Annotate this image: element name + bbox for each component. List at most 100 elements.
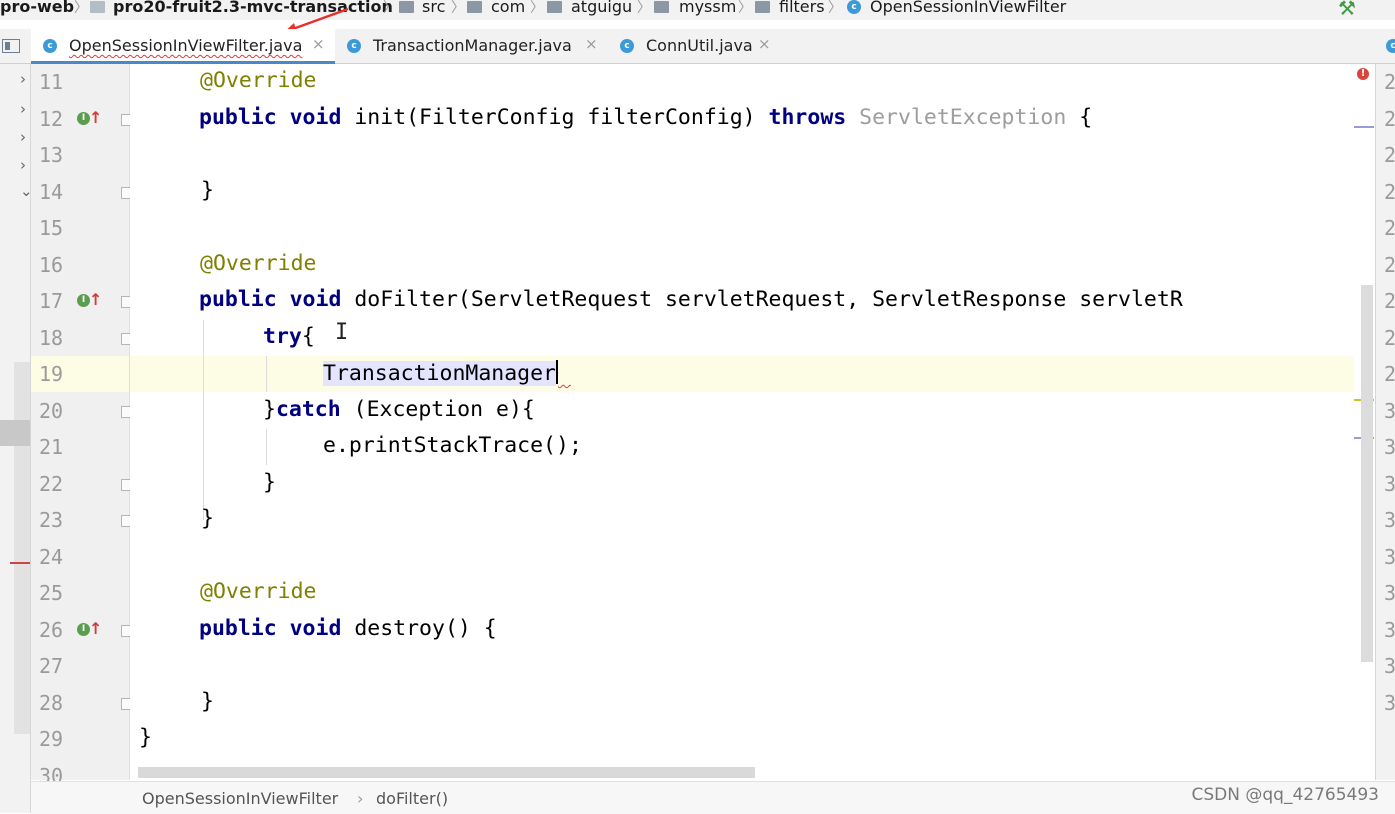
arrow-up-icon[interactable]: ↑ [89,619,102,638]
tab-label: TransactionManager.java [373,36,572,55]
editor-breadcrumb-bar: OpenSessionInViewFilter › doFilter() CSD… [31,781,1395,814]
folder-icon [399,1,414,13]
project-scroll-track[interactable] [14,362,30,734]
chevron-right-icon[interactable]: › [20,128,26,146]
line-number: 26 [39,617,64,642]
line-number: 3 [1384,618,1395,642]
gutter-row: 13 [31,137,129,173]
code-line-18[interactable]: try{ [130,320,1373,356]
gutter-row: 29 [31,721,129,757]
class-icon: c [847,0,861,14]
code-editor[interactable]: @Override public void init(FilterConfig … [130,64,1373,780]
structure-panel-icon[interactable] [2,39,20,53]
line-number: 17 [39,289,64,313]
code-line-19[interactable]: TransactionManager​ [130,356,1373,392]
class-icon: c [620,39,634,53]
breadcrumb-item-src[interactable]: src [422,0,445,16]
code-line-12[interactable]: public void init(FilterConfig filterConf… [130,101,1373,137]
tab-label: OpenSessionInViewFilter.java [69,36,303,55]
package-icon [547,1,562,13]
editor-tab-bar: c OpenSessionInViewFilter.java × c Trans… [0,29,1395,64]
breadcrumb-item-myssm[interactable]: myssm [679,0,736,16]
code-token: { [301,323,315,349]
tab-label: ConnUtil.java [646,36,753,55]
build-hammer-icon[interactable]: ⚒ [1338,0,1356,20]
chevron-right-icon: 〉 [637,0,651,16]
error-squiggle: ​ [558,361,571,386]
breadcrumb-item-project[interactable]: pro-web [0,0,74,16]
line-number: 3 [1384,545,1395,569]
code-line-23[interactable]: } [130,502,1373,538]
line-number: 2 [1384,216,1395,240]
gutter-row: 15 [31,210,129,246]
line-number: 16 [39,252,64,277]
code-line-16[interactable]: @Override [130,247,1373,283]
code-text: TransactionManager​ [323,360,571,386]
annotation: @Override [200,68,317,93]
line-number: 2 [1384,289,1395,313]
annotation: @Override [200,579,317,604]
keyword: catch [275,396,341,422]
code-token: destroy() { [341,615,497,641]
line-number: 3 [1384,435,1395,459]
gutter-row: 27 [31,648,129,684]
package-icon [654,1,669,13]
breadcrumb-method[interactable]: doFilter() [376,789,448,808]
code-text: public void init(FilterConfig filterConf… [199,105,1092,130]
editor-gutter: 11 12 I ↑ 13 14 15 16 17 I ↑ 18 19 20 21… [31,64,132,788]
gutter-row: 22 [31,466,132,502]
error-icon[interactable]: ! [1357,68,1369,80]
arrow-up-icon[interactable]: ↑ [89,108,102,127]
chevron-right-icon[interactable]: › [20,70,26,88]
code-line-28[interactable]: } [130,685,1373,721]
line-number: 24 [39,544,64,569]
code-line-22[interactable]: } [130,466,1373,502]
gutter-row: 25 [31,575,129,611]
close-icon[interactable]: × [312,35,325,53]
code-line-26[interactable]: public void destroy() { [130,612,1373,648]
line-number: 12 [39,106,64,131]
breadcrumb-item-filters[interactable]: filters [779,0,825,16]
breadcrumb-item-com[interactable]: com [491,0,525,16]
code-text: try{ [263,324,315,349]
marker[interactable] [1354,126,1374,128]
tab-opensessioninviewfilter[interactable]: c OpenSessionInViewFilter.java × [31,29,335,64]
keyword: throws [768,104,847,130]
line-number: 2 [1384,180,1395,204]
code-line-21[interactable]: e.printStackTrace(); [130,429,1373,465]
code-line-29[interactable]: } [130,721,1373,757]
breadcrumb-class[interactable]: OpenSessionInViewFilter [142,789,338,808]
gutter-row: 28 [31,685,132,721]
code-line-17[interactable]: public void doFilter(ServletRequest serv… [130,283,1373,319]
code-line-20[interactable]: }catch (Exception e){ [130,393,1373,429]
code-token-unused: ServletException [846,104,1067,130]
chevron-right-icon: 〉 [828,0,842,16]
code-text: } [201,688,214,714]
code-line-11[interactable]: @Override [130,64,1373,100]
close-icon[interactable]: × [758,35,771,53]
mouse-ibeam-cursor-icon: I [335,320,349,345]
gutter-row: 20 [31,393,132,429]
vertical-scrollbar-thumb[interactable] [1361,285,1373,662]
code-token: } [263,396,276,422]
code-text: }catch (Exception e){ [263,397,535,422]
breadcrumb-item-atguigu[interactable]: atguigu [571,0,632,16]
breadcrumb-item-class[interactable]: OpenSessionInViewFilter [870,0,1066,16]
line-number: 20 [39,398,64,423]
tab-transactionmanager[interactable]: c TransactionManager.java × [335,29,605,63]
chevron-right-icon: 〉 [530,0,544,16]
code-line-25[interactable]: @Override [130,575,1373,611]
code-text: } [139,725,152,750]
line-number: 18 [39,325,64,350]
gutter-row: 16 [31,247,129,283]
chevron-right-icon[interactable]: › [20,156,26,174]
code-line-14[interactable]: } [130,174,1373,210]
line-number: 28 [39,690,64,715]
tab-connutil[interactable]: c ConnUtil.java × [608,29,778,63]
close-icon[interactable]: × [585,35,598,53]
arrow-up-icon[interactable]: ↑ [89,290,102,309]
horizontal-scrollbar[interactable] [138,767,755,778]
package-icon [467,1,482,13]
chevron-right-icon[interactable]: › [20,100,26,118]
code-text: public void destroy() { [199,616,497,641]
